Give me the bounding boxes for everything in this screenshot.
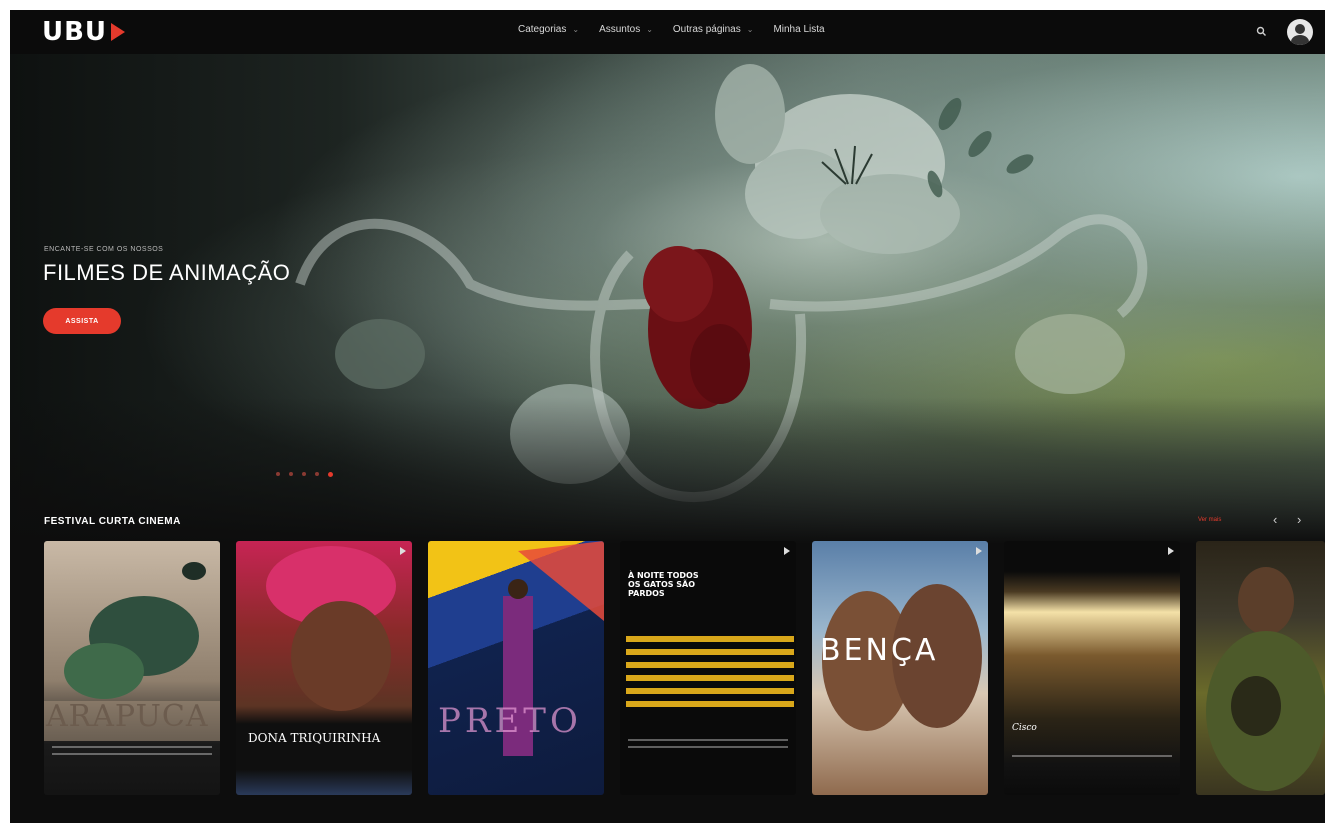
poster-credits — [628, 739, 788, 741]
play-icon — [1168, 547, 1174, 555]
hero-bottom-fade — [10, 54, 1325, 544]
carousel-dot[interactable] — [302, 472, 306, 476]
poster-credits — [52, 753, 212, 755]
poster-title: Cisco — [1012, 723, 1037, 733]
user-avatar-icon[interactable] — [1287, 19, 1313, 45]
app-window: UBU Categorias ⌄ Assuntos ⌄ Outras págin… — [10, 10, 1325, 823]
poster-art — [503, 541, 604, 756]
carousel-dot[interactable] — [315, 472, 319, 476]
poster-art — [1206, 567, 1325, 791]
chevron-down-icon: ⌄ — [646, 25, 653, 34]
poster-title: BENÇA — [820, 633, 939, 668]
hero-banner[interactable]: ENCANTE-SE COM OS NOSSOS FILMES DE ANIMA… — [10, 54, 1325, 544]
ubu-logo[interactable]: UBU — [42, 17, 126, 47]
poster-card[interactable] — [1196, 541, 1325, 795]
poster-title: ARAPUCA — [46, 699, 209, 734]
poster-card[interactable]: PRETO — [428, 541, 604, 795]
poster-art — [44, 562, 220, 741]
nav-item-assuntos[interactable]: Assuntos ⌄ — [599, 24, 653, 35]
see-all-link[interactable]: Ver mais — [1198, 517, 1221, 523]
chevron-down-icon: ⌄ — [572, 25, 580, 34]
chevron-down-icon: ⌄ — [746, 25, 754, 34]
carousel-dot-active[interactable] — [328, 472, 333, 477]
poster-art — [266, 546, 396, 711]
poster-credits — [52, 746, 212, 748]
play-icon — [111, 23, 126, 41]
watch-button[interactable]: ASSISTA — [43, 308, 121, 334]
poster-credits — [628, 746, 788, 748]
nav-item-label: Categorias — [518, 24, 567, 35]
poster-card[interactable]: DONA TRIQUIRINHA — [236, 541, 412, 795]
poster-title: DONA TRIQUIRINHA — [248, 731, 381, 745]
play-icon — [784, 547, 790, 555]
poster-card[interactable]: À NOITE TODOS OS GATOS SÃO PARDOS — [620, 541, 796, 795]
poster-card[interactable]: Cisco — [1004, 541, 1180, 795]
search-icon[interactable] — [1255, 25, 1269, 39]
avatar-head — [1295, 24, 1305, 34]
logo-text: UBU — [42, 17, 108, 47]
nav-item-outras-paginas[interactable]: Outras páginas ⌄ — [673, 24, 754, 35]
poster-art — [822, 584, 982, 731]
poster-credits — [1012, 755, 1172, 757]
carousel-dot[interactable] — [276, 472, 280, 476]
nav-item-label: Assuntos — [599, 24, 641, 35]
nav-item-label: Outras páginas — [672, 24, 741, 35]
hero-title: FILMES DE ANIMAÇÃO — [43, 260, 291, 285]
main-nav: Categorias ⌄ Assuntos ⌄ Outras páginas ⌄… — [518, 24, 825, 35]
carousel-dot[interactable] — [289, 472, 293, 476]
top-actions — [1255, 19, 1313, 45]
play-icon — [400, 547, 406, 555]
play-icon — [976, 547, 982, 555]
nav-item-label: Minha Lista — [773, 24, 825, 35]
poster-card[interactable]: ARAPUCA — [44, 541, 220, 795]
nav-item-minha-lista[interactable]: Minha Lista — [773, 24, 824, 35]
avatar-body — [1291, 35, 1309, 45]
poster-title: PRETO — [438, 701, 582, 741]
poster-card[interactable]: BENÇA — [812, 541, 988, 795]
row-next-arrow[interactable]: › — [1297, 512, 1301, 527]
top-navigation-bar: UBU Categorias ⌄ Assuntos ⌄ Outras págin… — [10, 10, 1325, 54]
poster-art — [626, 636, 794, 707]
row-prev-arrow[interactable]: ‹ — [1273, 512, 1277, 527]
row-title: FESTIVAL CURTA CINEMA — [44, 516, 181, 527]
nav-item-categorias[interactable]: Categorias ⌄ — [518, 24, 579, 35]
hero-eyebrow: ENCANTE-SE COM OS NOSSOS — [44, 246, 164, 253]
carousel-dots — [276, 472, 333, 477]
